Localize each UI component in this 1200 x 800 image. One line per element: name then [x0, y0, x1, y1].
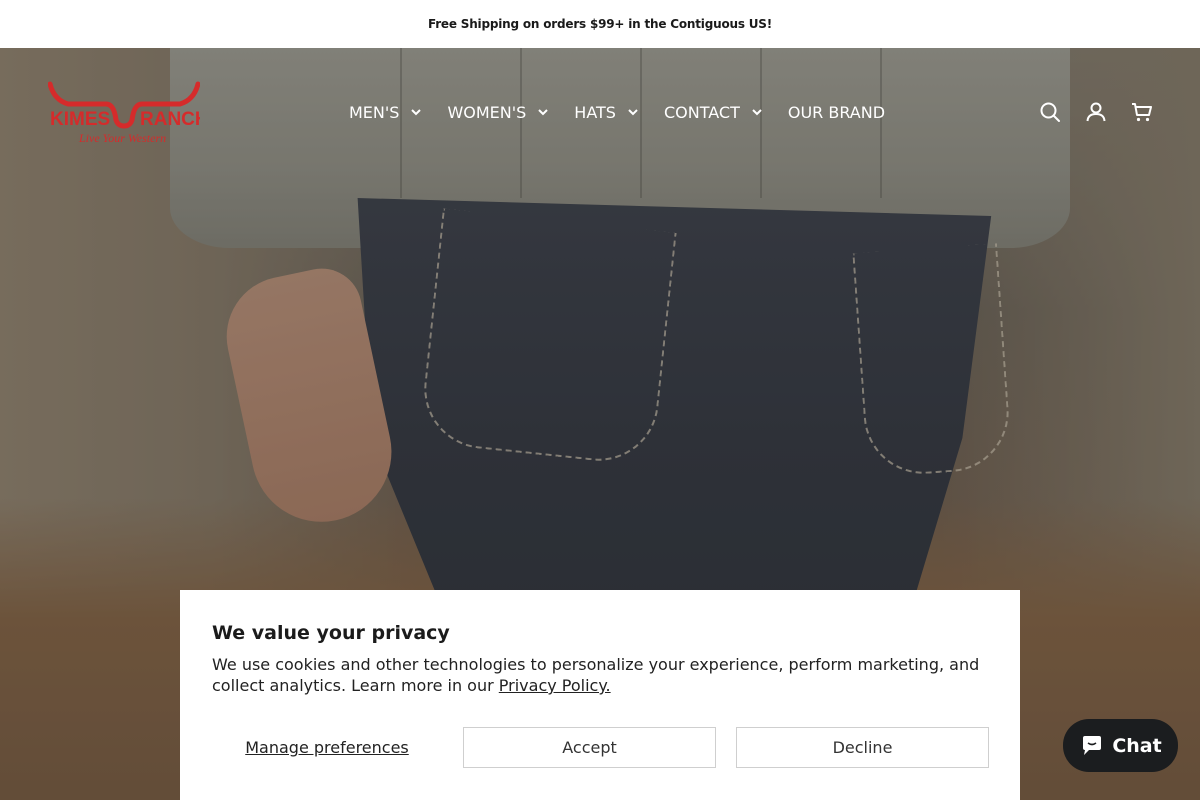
- logo-kimes: KIMES: [50, 109, 110, 130]
- privacy-title: We value your privacy: [212, 622, 450, 644]
- nav-womens[interactable]: WOMEN'S: [447, 103, 550, 122]
- chevron-down-icon: [626, 105, 640, 119]
- nav-contact[interactable]: CONTACT: [664, 103, 764, 122]
- chevron-down-icon: [409, 105, 423, 119]
- announcement-text: Free Shipping on orders $99+ in the Cont…: [427, 17, 773, 31]
- nav-hats[interactable]: HATS: [574, 103, 640, 122]
- announcement-bar: Free Shipping on orders $99+ in the Cont…: [0, 0, 1200, 48]
- brand-logo[interactable]: KIMES RANCH Live Your Western: [47, 80, 209, 145]
- logo-tagline: Live Your Western: [78, 131, 166, 144]
- manage-preferences-button[interactable]: Manage preferences: [212, 727, 442, 768]
- main-nav: MEN'S WOMEN'S HATS CONTACT OUR BRAND: [349, 100, 885, 124]
- chat-bubble-icon: [1079, 733, 1105, 759]
- privacy-policy-link[interactable]: Privacy Policy.: [499, 676, 611, 695]
- decline-button[interactable]: Decline: [736, 727, 989, 768]
- logo-ranch: RANCH: [140, 109, 200, 130]
- header-actions: [1016, 100, 1154, 124]
- privacy-body: We use cookies and other technologies to…: [212, 654, 988, 696]
- nav-mens-label: MEN'S: [349, 102, 400, 122]
- privacy-buttons: Manage preferences Accept Decline: [212, 727, 989, 768]
- cart-icon[interactable]: [1130, 100, 1154, 124]
- nav-hats-label: HATS: [574, 102, 616, 122]
- nav-our-brand-label: OUR BRAND: [787, 102, 886, 122]
- chevron-down-icon: [536, 105, 550, 119]
- nav-contact-label: CONTACT: [663, 102, 740, 122]
- account-icon[interactable]: [1084, 100, 1108, 124]
- nav-womens-label: WOMEN'S: [447, 102, 527, 122]
- nav-mens[interactable]: MEN'S: [349, 103, 423, 122]
- chat-label: Chat: [1112, 734, 1162, 757]
- site-header: KIMES RANCH Live Your Western MEN'S WOME…: [0, 48, 1200, 176]
- nav-our-brand[interactable]: OUR BRAND: [788, 103, 885, 122]
- search-icon[interactable]: [1038, 100, 1062, 124]
- chevron-down-icon: [750, 105, 764, 119]
- chat-button[interactable]: Chat: [1063, 719, 1178, 772]
- privacy-banner: We value your privacy We use cookies and…: [180, 590, 1020, 800]
- accept-button[interactable]: Accept: [463, 727, 716, 768]
